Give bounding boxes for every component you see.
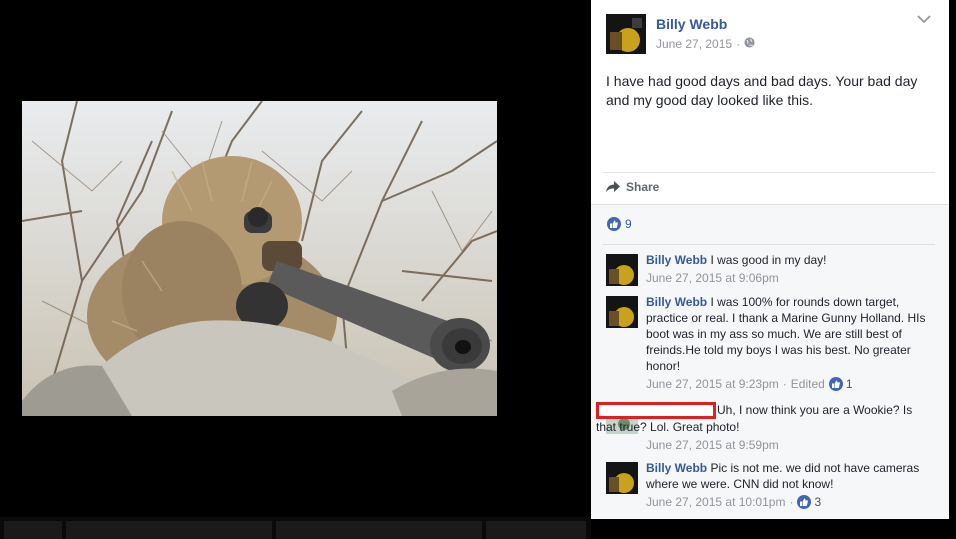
comment-reactions[interactable]: 1 (828, 376, 853, 392)
avatar[interactable] (606, 254, 638, 286)
comment-text: I was good in my day! (707, 253, 827, 267)
comment-author[interactable]: Billy Webb (646, 253, 707, 267)
post-side-panel: Billy Webb June 27, 2015 · I have had go… (591, 0, 949, 519)
share-icon (606, 181, 620, 192)
avatar[interactable] (606, 462, 638, 494)
like-icon (607, 217, 621, 231)
meta-separator: · (789, 495, 794, 509)
post-author[interactable]: Billy Webb (656, 16, 727, 32)
filmstrip (0, 517, 591, 539)
reaction-count: 3 (814, 495, 822, 509)
comment-author[interactable]: Billy Webb (646, 295, 707, 309)
photo-viewer-stage (0, 0, 591, 539)
like-count: 9 (625, 217, 632, 231)
reaction-summary[interactable]: 9 (607, 217, 632, 231)
post-header: Billy Webb June 27, 2015 · I have had go… (591, 0, 949, 204)
comment-time[interactable]: June 27, 2015 at 9:06pm (646, 270, 779, 286)
post-date[interactable]: June 27, 2015 (656, 37, 732, 51)
like-icon (797, 495, 812, 509)
comment-time[interactable]: June 27, 2015 at 9:59pm (646, 437, 779, 453)
post-meta: June 27, 2015 · (656, 37, 755, 51)
comments-section: 9 Billy Webb I was good in my day! June … (591, 204, 949, 519)
divider (603, 172, 935, 173)
comment-reactions[interactable]: 3 (797, 494, 821, 510)
divider (603, 244, 935, 245)
comment-time[interactable]: June 27, 2015 at 9:23pm (646, 376, 779, 392)
avatar[interactable] (606, 14, 646, 54)
share-button[interactable]: Share (606, 180, 659, 194)
comment-author[interactable]: Billy Webb (646, 461, 707, 475)
like-icon (828, 377, 843, 391)
redacted-author (596, 402, 716, 420)
chevron-down-icon[interactable] (917, 14, 931, 24)
reaction-count: 1 (845, 377, 853, 391)
post-photo[interactable] (22, 101, 497, 416)
share-label: Share (626, 180, 660, 194)
avatar[interactable] (606, 296, 638, 328)
meta-separator: · (782, 377, 787, 391)
comment-time[interactable]: June 27, 2015 at 10:01pm (646, 494, 785, 510)
post-text: I have had good days and bad days. Your … (606, 73, 918, 108)
window-edge (949, 0, 956, 539)
edited-label[interactable]: Edited (791, 376, 825, 392)
globe-icon (744, 37, 755, 51)
meta-separator: · (736, 37, 741, 51)
